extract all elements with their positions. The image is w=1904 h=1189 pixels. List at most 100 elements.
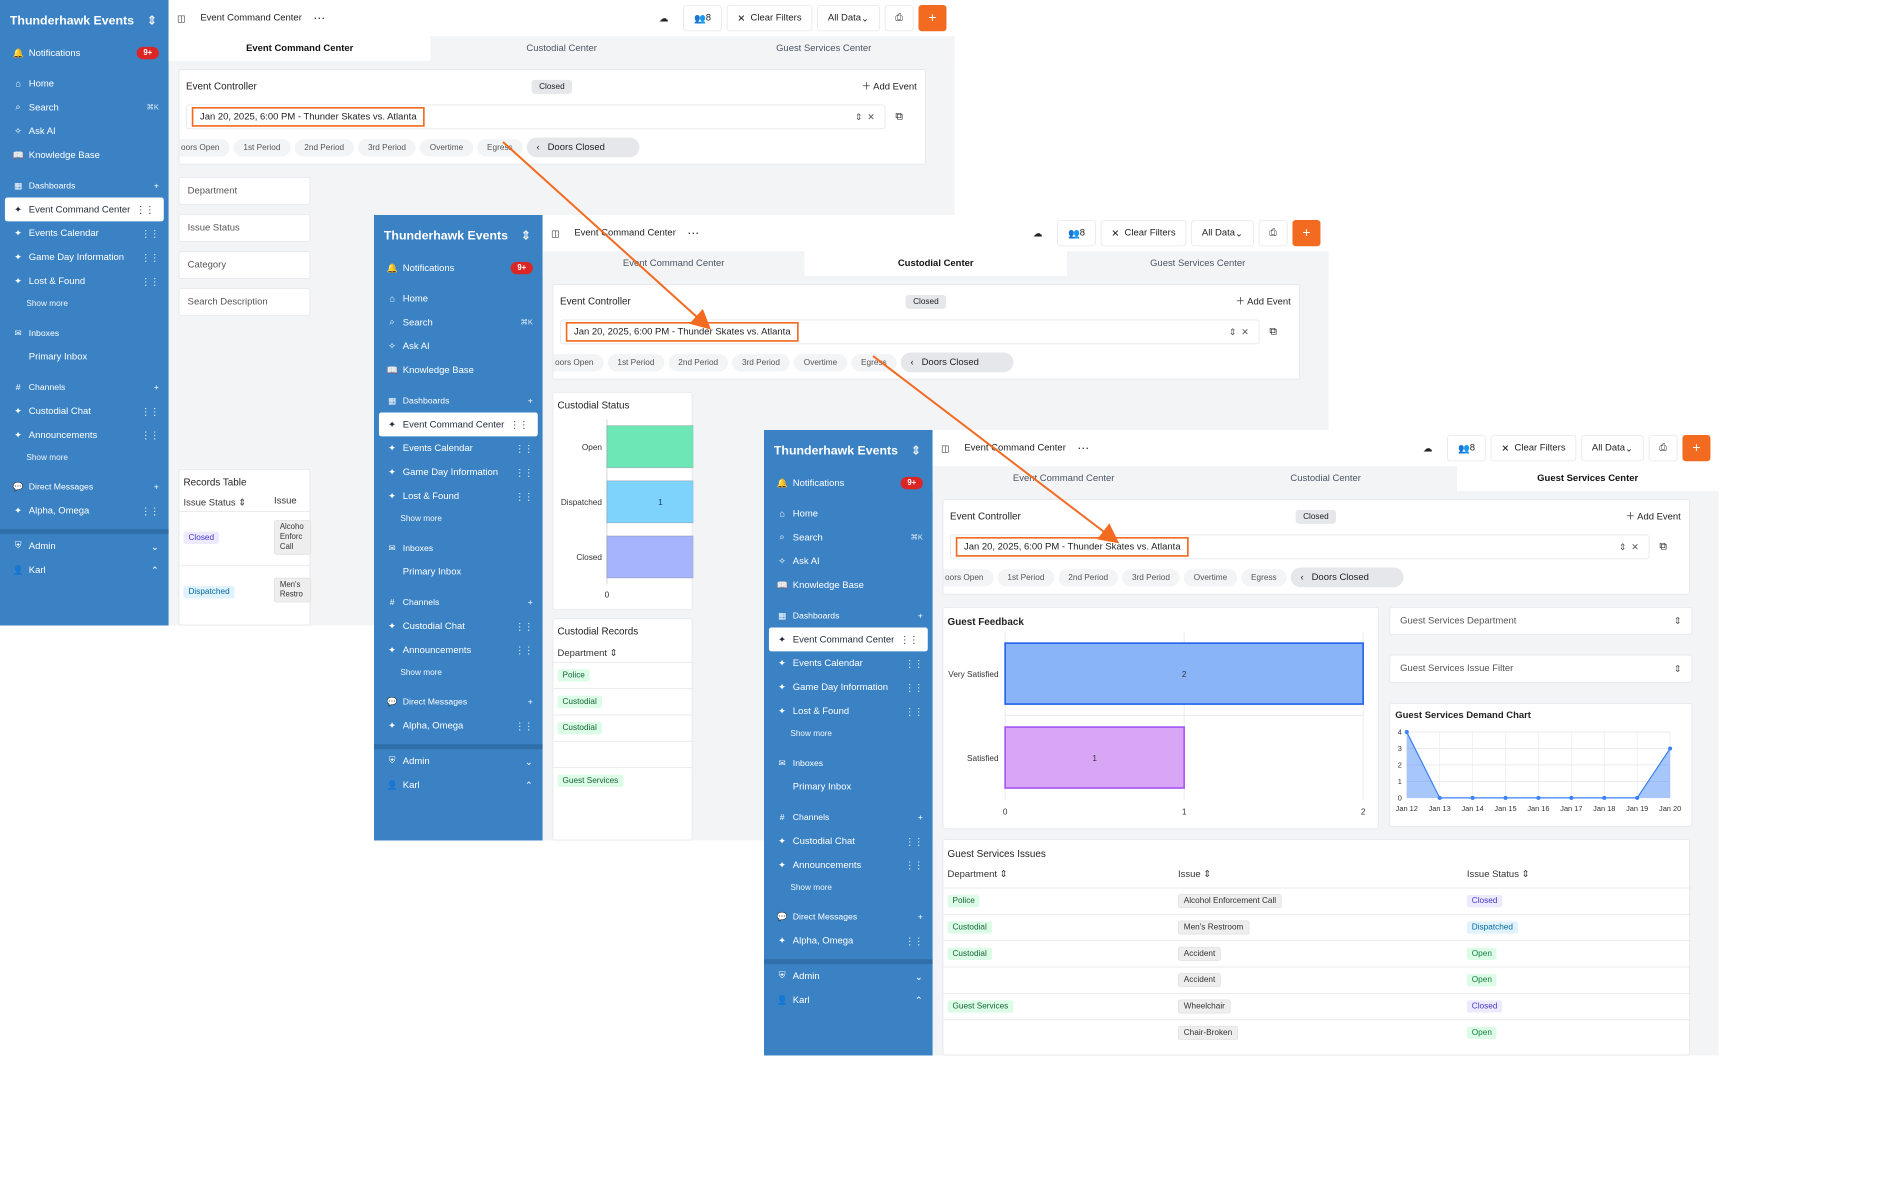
table-row[interactable]: Guest Services xyxy=(553,767,694,793)
tab-item[interactable]: Event Command Center xyxy=(168,36,431,61)
section-inboxes[interactable]: ✉ Inboxes xyxy=(374,536,543,560)
section-inboxes[interactable]: ✉ Inboxes xyxy=(0,321,169,345)
show-more-link[interactable]: Show more xyxy=(0,447,169,468)
sidebar-item-user[interactable]: 👤 Karl ⌃ xyxy=(0,558,169,582)
drag-handle-icon[interactable]: ⋮⋮ xyxy=(510,419,529,431)
drag-handle-icon[interactable]: ⋮⋮ xyxy=(136,204,155,216)
more-options-icon[interactable]: ⋯ xyxy=(313,11,325,25)
drag-handle-icon[interactable]: ⋮⋮ xyxy=(905,658,924,670)
table-row[interactable]: Closed Alcoho Enforc Call xyxy=(179,511,312,565)
show-more-link[interactable]: Show more xyxy=(764,723,933,744)
sidebar-item-inbox[interactable]: Primary Inbox xyxy=(764,775,933,799)
clear-filters-button[interactable]: ✕ Clear Filters xyxy=(1100,219,1187,247)
workspace-switcher[interactable]: Thunderhawk Events ⇕ xyxy=(764,430,933,471)
all-data-select[interactable]: All Data ⌄ xyxy=(817,4,880,32)
tab-item[interactable]: Guest Services Center xyxy=(693,36,955,61)
sidebar-item-user[interactable]: 👤 Karl ⌃ xyxy=(374,773,543,797)
drag-handle-icon[interactable]: ⋮⋮ xyxy=(515,620,534,632)
drag-handle-icon[interactable]: ⋮⋮ xyxy=(905,835,924,847)
all-data-select[interactable]: All Data ⌄ xyxy=(1191,219,1254,247)
members-button[interactable]: 👥 8 xyxy=(1447,434,1486,462)
add-dm-button[interactable]: + xyxy=(918,912,923,922)
phase-chip[interactable]: Egress xyxy=(851,353,897,371)
drag-handle-icon[interactable]: ⋮⋮ xyxy=(905,681,924,693)
table-row[interactable]: Custodial Men's Restroom Dispatched xyxy=(943,913,1691,940)
phase-chip[interactable]: 3rd Period xyxy=(1122,568,1180,586)
sidebar-item-knowledge-base[interactable]: 📖 Knowledge Base xyxy=(0,143,169,167)
phase-chip[interactable]: 2nd Period xyxy=(1058,568,1118,586)
tab-item[interactable]: Custodial Center xyxy=(804,251,1067,276)
sidebar-item-dashboard[interactable]: ✦ Events Calendar ⋮⋮ xyxy=(374,436,543,460)
sidebar-item-admin[interactable]: ⛨ Admin ⌄ xyxy=(764,964,933,988)
sidebar-item-home[interactable]: ⌂ Home xyxy=(764,502,933,526)
sidebar-item-dashboard[interactable]: ✦ Event Command Center ⋮⋮ xyxy=(4,197,164,222)
phase-chip[interactable]: Egress xyxy=(477,138,523,156)
sidebar-toggle-icon[interactable]: ◫ xyxy=(551,228,560,239)
tab-item[interactable]: Custodial Center xyxy=(431,36,693,61)
sidebar-item-channel[interactable]: ✦ Announcements ⋮⋮ xyxy=(374,638,543,662)
sidebar-item-inbox[interactable]: Primary Inbox xyxy=(0,345,169,369)
section-inboxes[interactable]: ✉ Inboxes xyxy=(764,751,933,775)
phase-chip[interactable]: 3rd Period xyxy=(732,353,790,371)
add-event-button[interactable]: ＋ Add Event xyxy=(1626,510,1681,523)
sidebar-item-dashboard[interactable]: ✦ Event Command Center ⋮⋮ xyxy=(378,412,538,437)
phase-chip[interactable]: Overtime xyxy=(793,353,848,371)
sidebar-item-dashboard[interactable]: ✦ Events Calendar ⋮⋮ xyxy=(764,651,933,675)
phase-chip[interactable]: oors Open xyxy=(553,353,604,371)
tab-item[interactable]: Event Command Center xyxy=(933,466,1195,491)
members-button[interactable]: 👥 8 xyxy=(1057,219,1096,247)
add-button[interactable]: + xyxy=(1292,219,1321,247)
phase-chip[interactable]: Egress xyxy=(1241,568,1287,586)
sidebar-item-dm[interactable]: ✦ Alpha, Omega ⋮⋮ xyxy=(764,929,933,953)
add-event-button[interactable]: ＋ Add Event xyxy=(862,80,917,93)
drag-handle-icon[interactable]: ⋮⋮ xyxy=(900,634,919,646)
add-channel-button[interactable]: + xyxy=(918,812,923,822)
table-row[interactable]: Accident Open xyxy=(943,966,1691,993)
clear-filters-button[interactable]: ✕ Clear Filters xyxy=(726,4,813,32)
sidebar-item-knowledge-base[interactable]: 📖 Knowledge Base xyxy=(374,358,543,382)
sidebar-item-ask-ai[interactable]: ✧ Ask AI xyxy=(764,549,933,573)
table-row[interactable]: Chair-Broken Open xyxy=(943,1019,1691,1045)
sidebar-item-channel[interactable]: ✦ Announcements ⋮⋮ xyxy=(0,423,169,447)
sidebar-item-knowledge-base[interactable]: 📖 Knowledge Base xyxy=(764,573,933,597)
select-controls-icon[interactable]: ⇕✕ xyxy=(1619,542,1644,552)
phase-chip[interactable]: oors Open xyxy=(179,138,230,156)
print-icon[interactable]: ⎙ xyxy=(884,4,914,32)
add-dashboard-button[interactable]: + xyxy=(918,611,923,621)
drag-handle-icon[interactable]: ⋮⋮ xyxy=(141,228,160,240)
table-row[interactable]: Police xyxy=(553,661,694,688)
current-phase-chip[interactable]: ‹ Doors Closed xyxy=(1290,567,1404,588)
sidebar-item-channel[interactable]: ✦ Custodial Chat ⋮⋮ xyxy=(0,399,169,423)
section-direct-messages[interactable]: 💬 Direct Messages + xyxy=(374,690,543,714)
phase-chip[interactable]: Overtime xyxy=(1183,568,1238,586)
search-description-input[interactable]: Search Description xyxy=(178,288,311,317)
drag-handle-icon[interactable]: ⋮⋮ xyxy=(141,429,160,441)
sidebar-item-notifications[interactable]: 🔔 Notifications 9+ xyxy=(764,471,933,495)
all-data-select[interactable]: All Data ⌄ xyxy=(1581,434,1644,462)
guest-services-department-select[interactable]: Guest Services Department ⇕ xyxy=(1389,606,1693,635)
phase-chip[interactable]: 1st Period xyxy=(607,353,665,371)
add-button[interactable]: + xyxy=(918,4,947,32)
show-more-link[interactable]: Show more xyxy=(374,662,543,683)
sidebar-item-channel[interactable]: ✦ Announcements ⋮⋮ xyxy=(764,853,933,877)
members-button[interactable]: 👥 8 xyxy=(683,4,722,32)
table-row[interactable]: Guest Services Wheelchair Closed xyxy=(943,992,1691,1019)
calendar-icon[interactable]: ⧉ xyxy=(1659,539,1667,552)
sidebar-item-dashboard[interactable]: ✦ Lost & Found ⋮⋮ xyxy=(764,699,933,723)
workspace-switcher[interactable]: Thunderhawk Events ⇕ xyxy=(0,0,169,41)
section-channels[interactable]: # Channels + xyxy=(374,590,543,614)
sidebar-item-inbox[interactable]: Primary Inbox xyxy=(374,560,543,584)
sidebar-item-channel[interactable]: ✦ Custodial Chat ⋮⋮ xyxy=(374,614,543,638)
section-dashboards[interactable]: ▦ Dashboards + xyxy=(764,604,933,628)
sidebar-item-notifications[interactable]: 🔔 Notifications 9+ xyxy=(0,41,169,65)
drag-handle-icon[interactable]: ⋮⋮ xyxy=(141,405,160,417)
guest-services-issue-select[interactable]: Guest Services Issue Filter ⇕ xyxy=(1389,654,1693,683)
issue-status-filter[interactable]: Issue Status xyxy=(178,213,311,242)
sidebar-item-search[interactable]: ⌕ Search ⌘K xyxy=(764,525,933,549)
sidebar-item-dashboard[interactable]: ✦ Lost & Found ⋮⋮ xyxy=(374,484,543,508)
drag-handle-icon[interactable]: ⋮⋮ xyxy=(515,443,534,455)
table-row[interactable]: Police Alcohol Enforcement Call Closed xyxy=(943,887,1691,914)
sidebar-toggle-icon[interactable]: ◫ xyxy=(177,13,186,24)
event-select[interactable]: Jan 20, 2025, 6:00 PM - Thunder Skates v… xyxy=(185,104,886,130)
sidebar-item-notifications[interactable]: 🔔 Notifications 9+ xyxy=(374,256,543,280)
